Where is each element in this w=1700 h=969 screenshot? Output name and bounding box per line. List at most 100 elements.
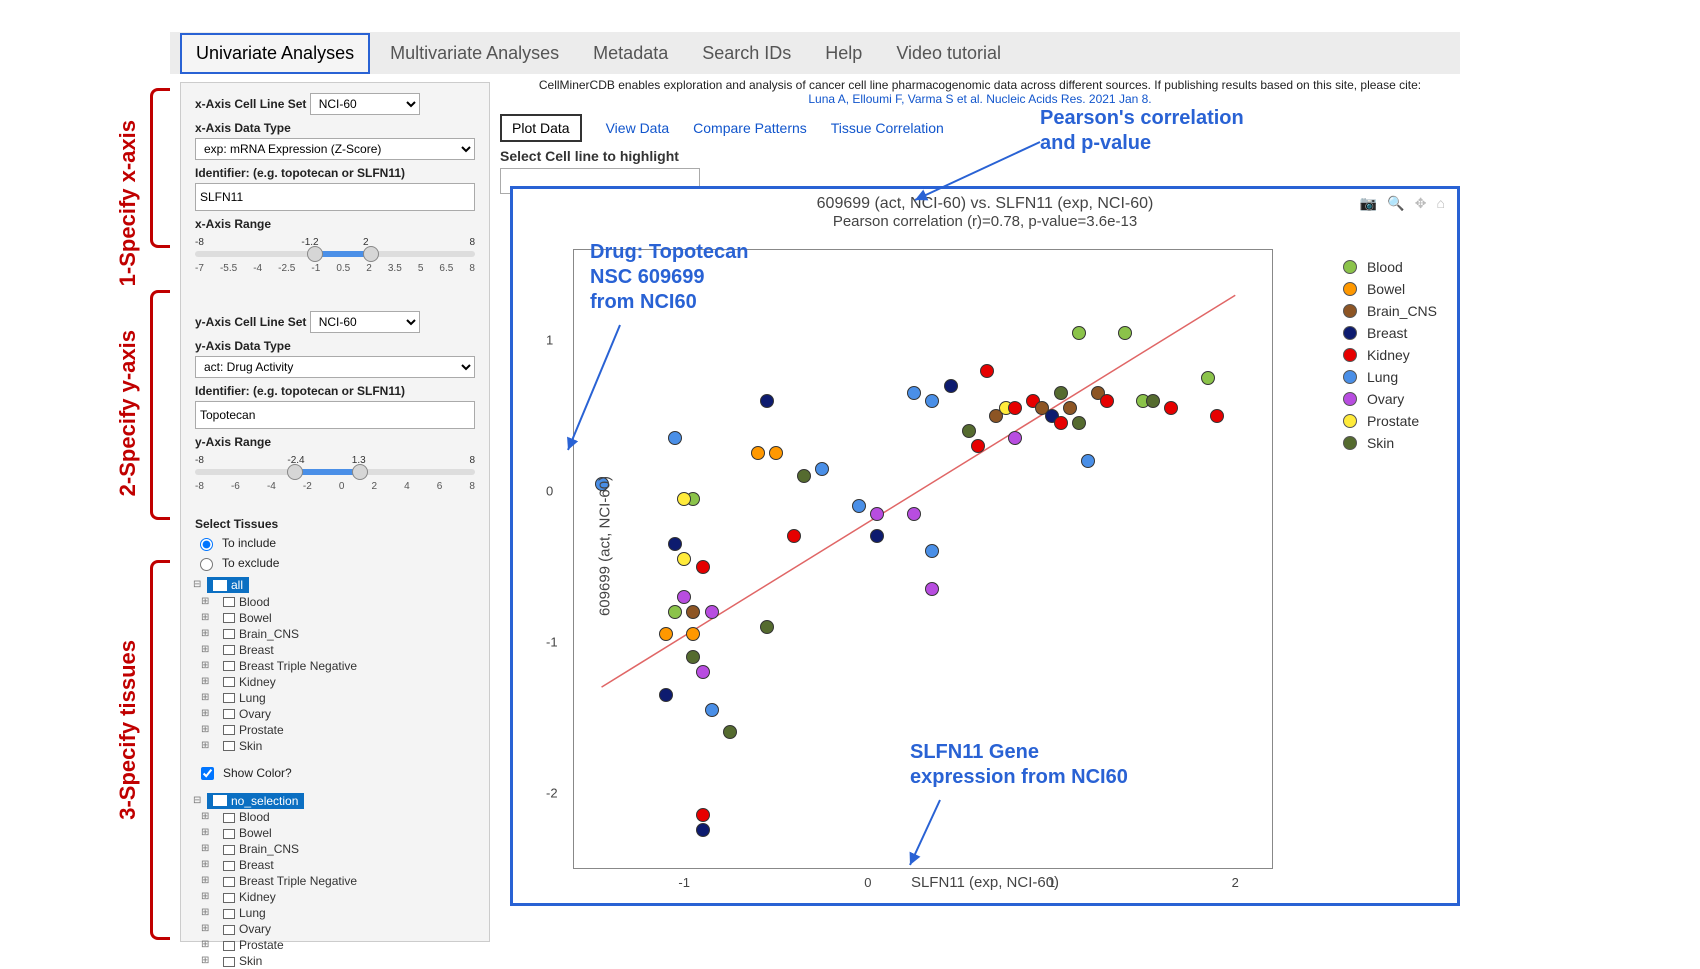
tree-node-ovary[interactable]: Ovary (201, 921, 475, 937)
point-skin[interactable] (723, 725, 737, 739)
legend-breast[interactable]: Breast (1343, 325, 1437, 341)
point-skin[interactable] (797, 469, 811, 483)
point-lung[interactable] (668, 431, 682, 445)
tree-node-breast[interactable]: Breast (201, 642, 475, 658)
tree-node-brain-cns[interactable]: Brain_CNS (201, 626, 475, 642)
tree-node-skin[interactable]: Skin (201, 953, 475, 969)
point-lung[interactable] (907, 386, 921, 400)
legend-skin[interactable]: Skin (1343, 435, 1437, 451)
tree-node-bowel[interactable]: Bowel (201, 610, 475, 626)
point-breast[interactable] (659, 688, 673, 702)
point-bowel[interactable] (751, 446, 765, 460)
point-blood[interactable] (668, 605, 682, 619)
point-ovary[interactable] (677, 590, 691, 604)
tree-node-breast-triple-negative[interactable]: Breast Triple Negative (201, 658, 475, 674)
tree-node-lung[interactable]: Lung (201, 905, 475, 921)
point-ovary[interactable] (925, 582, 939, 596)
point-skin[interactable] (1146, 394, 1160, 408)
tab-multivariate[interactable]: Multivariate Analyses (376, 35, 573, 72)
tab-video[interactable]: Video tutorial (882, 35, 1015, 72)
tree-node-brain-cns[interactable]: Brain_CNS (201, 841, 475, 857)
x-range-slider[interactable]: -8 -1.2 2 8 -7-5.5-4 -2.5-10.5 23.55 6.5… (195, 237, 475, 281)
point-lung[interactable] (705, 703, 719, 717)
subtab-tissue-corr[interactable]: Tissue Correlation (831, 120, 944, 136)
point-skin[interactable] (962, 424, 976, 438)
camera-icon[interactable]: 📷 (1360, 195, 1377, 212)
point-breast[interactable] (760, 394, 774, 408)
tree-node-blood[interactable]: Blood (201, 809, 475, 825)
point-skin[interactable] (760, 620, 774, 634)
point-prostate[interactable] (677, 552, 691, 566)
legend-ovary[interactable]: Ovary (1343, 391, 1437, 407)
x-set-select[interactable]: NCI-60 (310, 93, 420, 115)
point-ovary[interactable] (696, 665, 710, 679)
point-kidney[interactable] (696, 560, 710, 574)
point-lung[interactable] (1081, 454, 1095, 468)
tree-node-breast-triple-negative[interactable]: Breast Triple Negative (201, 873, 475, 889)
tree-node-bowel[interactable]: Bowel (201, 825, 475, 841)
tree-node-kidney[interactable]: Kidney (201, 889, 475, 905)
pan-icon[interactable]: ✥ (1415, 195, 1427, 212)
checkbox-show-color[interactable] (201, 767, 214, 780)
subtab-view-data[interactable]: View Data (606, 120, 670, 136)
point-ovary[interactable] (1008, 431, 1022, 445)
point-kidney[interactable] (696, 808, 710, 822)
tab-search-ids[interactable]: Search IDs (688, 35, 805, 72)
point-bowel[interactable] (769, 446, 783, 460)
point-ovary[interactable] (907, 507, 921, 521)
radio-exclude[interactable] (200, 558, 213, 571)
point-blood[interactable] (1118, 326, 1132, 340)
home-icon[interactable]: ⌂ (1437, 195, 1445, 212)
tree-root-noselection[interactable]: no_selection (207, 793, 304, 809)
legend-kidney[interactable]: Kidney (1343, 347, 1437, 363)
point-lung[interactable] (925, 544, 939, 558)
show-color-check[interactable]: Show Color? (197, 764, 475, 783)
x-type-select[interactable]: exp: mRNA Expression (Z-Score) (195, 138, 475, 160)
subtab-compare[interactable]: Compare Patterns (693, 120, 807, 136)
point-bowel[interactable] (686, 627, 700, 641)
x-id-input[interactable] (195, 183, 475, 211)
tissue-exclude-radio[interactable]: To exclude (195, 555, 475, 571)
tree-node-breast[interactable]: Breast (201, 857, 475, 873)
point-kidney[interactable] (1008, 401, 1022, 415)
point-kidney[interactable] (980, 364, 994, 378)
point-brain_cns[interactable] (686, 605, 700, 619)
point-brain_cns[interactable] (1063, 401, 1077, 415)
legend-prostate[interactable]: Prostate (1343, 413, 1437, 429)
point-bowel[interactable] (659, 627, 673, 641)
tree-node-ovary[interactable]: Ovary (201, 706, 475, 722)
point-kidney[interactable] (1100, 394, 1114, 408)
tree-node-prostate[interactable]: Prostate (201, 722, 475, 738)
point-blood[interactable] (1201, 371, 1215, 385)
y-type-select[interactable]: act: Drug Activity (195, 356, 475, 378)
tab-metadata[interactable]: Metadata (579, 35, 682, 72)
point-ovary[interactable] (870, 507, 884, 521)
tab-help[interactable]: Help (811, 35, 876, 72)
point-lung[interactable] (852, 499, 866, 513)
point-breast[interactable] (944, 379, 958, 393)
tree-node-skin[interactable]: Skin (201, 738, 475, 754)
point-kidney[interactable] (787, 529, 801, 543)
tab-univariate[interactable]: Univariate Analyses (180, 33, 370, 74)
radio-include[interactable] (200, 538, 213, 551)
point-skin[interactable] (1072, 416, 1086, 430)
point-kidney[interactable] (1210, 409, 1224, 423)
point-kidney[interactable] (1054, 416, 1068, 430)
zoom-icon[interactable]: 🔍 (1387, 195, 1404, 212)
point-blood[interactable] (1072, 326, 1086, 340)
tree-node-prostate[interactable]: Prostate (201, 937, 475, 953)
point-breast[interactable] (696, 823, 710, 837)
point-breast[interactable] (870, 529, 884, 543)
tree-node-kidney[interactable]: Kidney (201, 674, 475, 690)
tree-root-all[interactable]: all (207, 577, 249, 593)
point-skin[interactable] (686, 650, 700, 664)
point-ovary[interactable] (705, 605, 719, 619)
citation-link[interactable]: Luna A, Elloumi F, Varma S et al. Nuclei… (808, 92, 1151, 106)
point-breast[interactable] (668, 537, 682, 551)
y-range-slider[interactable]: -8 -2.4 1.3 8 -8-6-4 -202 468 (195, 455, 475, 499)
legend-lung[interactable]: Lung (1343, 369, 1437, 385)
y-id-input[interactable] (195, 401, 475, 429)
point-skin[interactable] (1054, 386, 1068, 400)
legend-blood[interactable]: Blood (1343, 259, 1437, 275)
tissue-include-radio[interactable]: To include (195, 535, 475, 551)
